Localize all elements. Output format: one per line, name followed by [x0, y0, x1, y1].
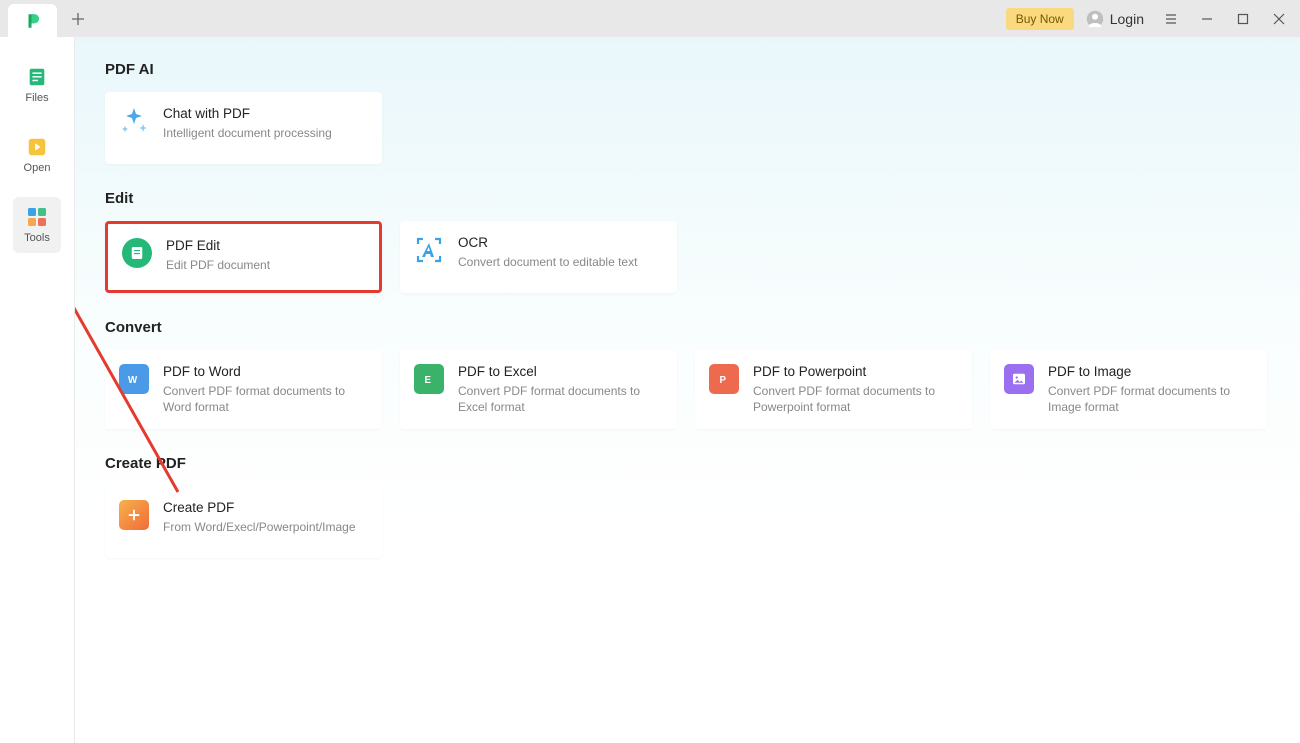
- card-body: PDF to Powerpoint Convert PDF format doc…: [753, 364, 958, 415]
- card-row: PDF Edit Edit PDF document OCR Convert d…: [105, 221, 1270, 293]
- powerpoint-icon: P: [709, 364, 739, 394]
- titlebar-left: [0, 0, 91, 37]
- open-icon: [26, 136, 48, 158]
- files-icon: [26, 66, 48, 88]
- menu-button[interactable]: [1156, 5, 1186, 33]
- buy-now-button[interactable]: Buy Now: [1006, 8, 1074, 30]
- card-body: PDF to Image Convert PDF format document…: [1048, 364, 1253, 415]
- login-button[interactable]: Login: [1080, 10, 1150, 28]
- card-title: PDF Edit: [166, 238, 270, 253]
- section-title: PDF AI: [105, 61, 1270, 78]
- card-desc: Convert PDF format documents to Excel fo…: [458, 383, 663, 415]
- card-body: PDF to Excel Convert PDF format document…: [458, 364, 663, 415]
- card-title: Chat with PDF: [163, 106, 332, 121]
- pdf-edit-icon: [122, 238, 152, 268]
- svg-text:E: E: [425, 375, 432, 386]
- card-pdf-edit[interactable]: PDF Edit Edit PDF document: [105, 221, 382, 293]
- word-icon: W: [119, 364, 149, 394]
- ocr-icon: [414, 235, 444, 265]
- card-desc: From Word/Execl/Powerpoint/Image: [163, 519, 356, 535]
- svg-text:W: W: [128, 375, 138, 386]
- card-title: Create PDF: [163, 500, 356, 515]
- close-icon: [1273, 13, 1285, 25]
- image-icon: [1004, 364, 1034, 394]
- sidebar: Files Open Tools: [0, 37, 75, 743]
- card-desc: Convert PDF format documents to Powerpoi…: [753, 383, 958, 415]
- create-icon: [119, 500, 149, 530]
- sparkle-icon: [119, 106, 149, 136]
- sidebar-item-open[interactable]: Open: [13, 127, 61, 183]
- card-row: Chat with PDF Intelligent document proce…: [105, 92, 1270, 164]
- section-title: Create PDF: [105, 455, 1270, 472]
- sidebar-label: Open: [24, 162, 51, 174]
- card-pdf-to-excel[interactable]: E PDF to Excel Convert PDF format docume…: [400, 350, 677, 429]
- card-title: PDF to Word: [163, 364, 368, 379]
- card-body: PDF to Word Convert PDF format documents…: [163, 364, 368, 415]
- maximize-icon: [1237, 13, 1249, 25]
- card-title: OCR: [458, 235, 637, 250]
- section-pdf-ai: PDF AI Chat with PDF Intelligent documen…: [105, 61, 1270, 164]
- card-body: Chat with PDF Intelligent document proce…: [163, 106, 332, 141]
- app-logo-icon: [24, 11, 42, 31]
- section-edit: Edit PDF Edit Edit PDF document: [105, 190, 1270, 293]
- card-body: PDF Edit Edit PDF document: [166, 238, 270, 273]
- close-button[interactable]: [1264, 5, 1294, 33]
- sidebar-item-files[interactable]: Files: [13, 57, 61, 113]
- minimize-button[interactable]: [1192, 5, 1222, 33]
- card-row: Create PDF From Word/Execl/Powerpoint/Im…: [105, 486, 1270, 558]
- titlebar-right: Buy Now Login: [1006, 0, 1300, 37]
- card-desc: Convert PDF format documents to Word for…: [163, 383, 368, 415]
- section-create: Create PDF Create PDF From Word/Execl/Po…: [105, 455, 1270, 558]
- card-pdf-to-image[interactable]: PDF to Image Convert PDF format document…: [990, 350, 1267, 429]
- sidebar-label: Tools: [24, 232, 50, 244]
- card-body: Create PDF From Word/Execl/Powerpoint/Im…: [163, 500, 356, 535]
- login-label: Login: [1110, 11, 1144, 27]
- card-title: PDF to Image: [1048, 364, 1253, 379]
- card-pdf-to-word[interactable]: W PDF to Word Convert PDF format documen…: [105, 350, 382, 429]
- minimize-icon: [1201, 13, 1213, 25]
- titlebar: Buy Now Login: [0, 0, 1300, 37]
- card-body: OCR Convert document to editable text: [458, 235, 637, 270]
- card-title: PDF to Powerpoint: [753, 364, 958, 379]
- card-row: W PDF to Word Convert PDF format documen…: [105, 350, 1270, 429]
- card-desc: Convert PDF format documents to Image fo…: [1048, 383, 1253, 415]
- svg-text:P: P: [720, 375, 727, 386]
- card-create-pdf[interactable]: Create PDF From Word/Execl/Powerpoint/Im…: [105, 486, 382, 558]
- plus-icon: [71, 12, 85, 26]
- main-panel: PDF AI Chat with PDF Intelligent documen…: [75, 37, 1300, 743]
- app-tab[interactable]: [8, 4, 57, 37]
- card-pdf-to-powerpoint[interactable]: P PDF to Powerpoint Convert PDF format d…: [695, 350, 972, 429]
- user-icon: [1086, 10, 1104, 28]
- card-ocr[interactable]: OCR Convert document to editable text: [400, 221, 677, 293]
- card-title: PDF to Excel: [458, 364, 663, 379]
- hamburger-icon: [1165, 13, 1177, 25]
- sidebar-item-tools[interactable]: Tools: [13, 197, 61, 253]
- section-title: Convert: [105, 319, 1270, 336]
- sidebar-label: Files: [25, 92, 48, 104]
- new-tab-button[interactable]: [65, 6, 91, 32]
- content: Files Open Tools: [0, 37, 1300, 743]
- card-desc: Edit PDF document: [166, 257, 270, 273]
- section-convert: Convert W PDF to Word Convert PDF format…: [105, 319, 1270, 429]
- card-desc: Intelligent document processing: [163, 125, 332, 141]
- excel-icon: E: [414, 364, 444, 394]
- card-chat-pdf[interactable]: Chat with PDF Intelligent document proce…: [105, 92, 382, 164]
- maximize-button[interactable]: [1228, 5, 1258, 33]
- section-title: Edit: [105, 190, 1270, 207]
- card-desc: Convert document to editable text: [458, 254, 637, 270]
- tools-icon: [26, 206, 48, 228]
